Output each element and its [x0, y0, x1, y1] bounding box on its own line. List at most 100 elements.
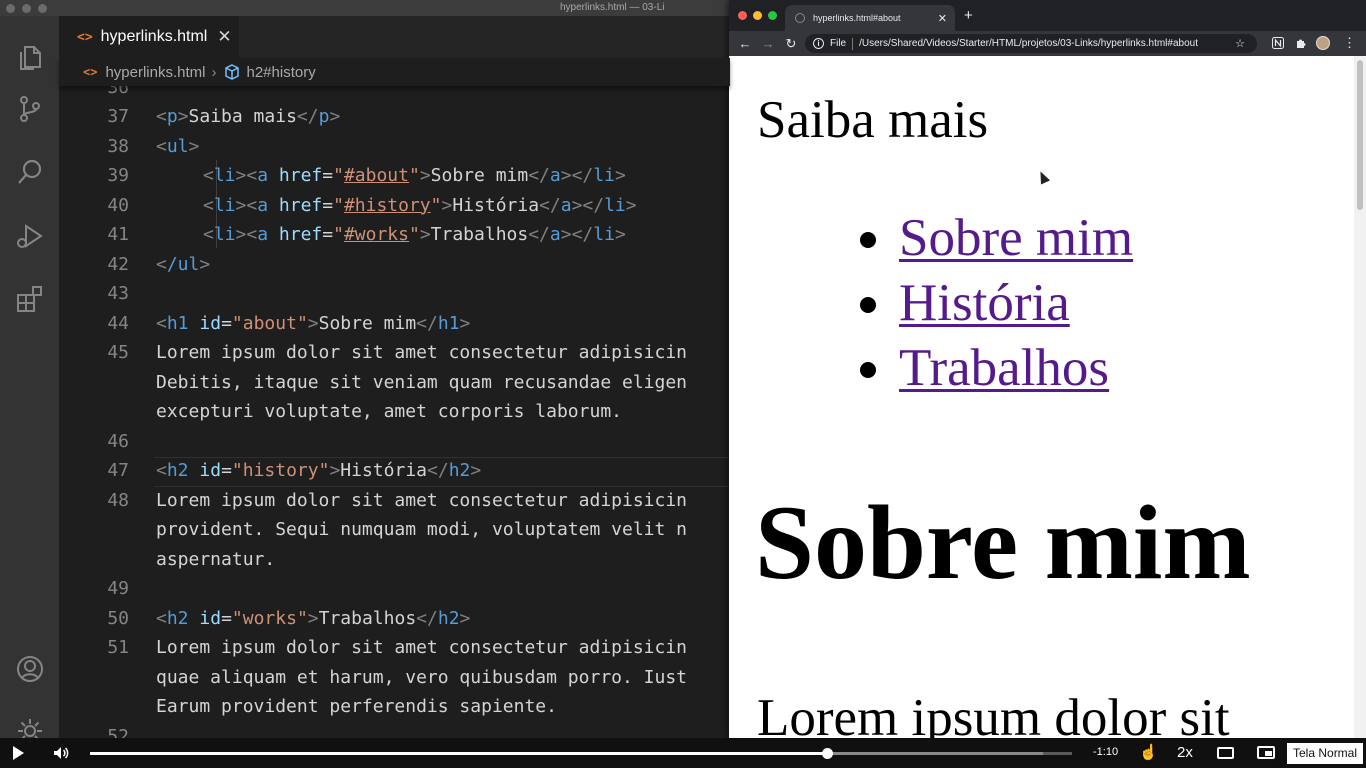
- video-progress-track[interactable]: [90, 748, 1072, 759]
- extensions-puzzle-icon[interactable]: [1295, 37, 1307, 52]
- line-number: 36: [107, 86, 129, 98]
- extensions-icon[interactable]: [15, 284, 45, 314]
- search-icon[interactable]: [15, 157, 45, 187]
- video-scrubber-handle[interactable]: [821, 748, 833, 759]
- code-line-44: <h1 id="about">Sobre mim</h1>: [156, 312, 471, 334]
- page-heading-about: Sobre mim: [755, 484, 1251, 601]
- window-traffic-lights[interactable]: [738, 11, 777, 20]
- activity-bar: [0, 16, 59, 743]
- new-tab-button[interactable]: +: [964, 7, 973, 24]
- extension-n-icon[interactable]: [1272, 37, 1284, 52]
- forward-button[interactable]: →: [761, 36, 775, 51]
- window-controls[interactable]: [6, 4, 47, 13]
- code-line-45a: Lorem ipsum dolor sit amet consectetur a…: [156, 342, 688, 363]
- play-icon[interactable]: [13, 746, 24, 760]
- source-control-icon[interactable]: [15, 94, 45, 124]
- volume-icon[interactable]: [52, 744, 70, 762]
- page-paragraph: Saiba mais: [757, 91, 989, 149]
- breadcrumb: <> hyperlinks.html › h2#history: [59, 58, 730, 86]
- address-bar[interactable]: i File /Users/Shared/Videos/Starter/HTML…: [805, 34, 1257, 53]
- breadcrumb-symbol[interactable]: h2#history: [247, 64, 316, 81]
- line-number: 37: [107, 106, 129, 127]
- code-line-47: <h2 id="history">História</h2>: [156, 460, 482, 481]
- line-number: 45: [107, 342, 129, 363]
- editor-tab-bar: <> hyperlinks.html ✕: [59, 16, 730, 58]
- line-number: 48: [107, 489, 129, 511]
- accessibility-hand-icon[interactable]: ☝: [1139, 743, 1158, 761]
- browser-toolbar: ← → ↻ i File /Users/Shared/Videos/Starte…: [729, 31, 1366, 56]
- address-divider: [852, 37, 854, 50]
- reload-button[interactable]: ↻: [784, 36, 798, 52]
- link-historia[interactable]: História: [899, 274, 1070, 332]
- run-debug-icon[interactable]: [15, 221, 45, 251]
- vscode-window-title: hyperlinks.html — 03-Li: [560, 2, 665, 13]
- browser-page: Saiba mais Sobre mim História Trabalhos …: [729, 56, 1354, 738]
- captions-icon[interactable]: [1217, 747, 1234, 759]
- line-number: [59, 545, 129, 575]
- code-line-45c: excepturi voluptate, amet corporis labor…: [156, 401, 622, 422]
- code-editor[interactable]: 363738394041424344454647484950515253 <p>…: [59, 86, 730, 738]
- profile-avatar[interactable]: [1316, 36, 1330, 50]
- code-line-40: <li><a href="#history">História</a></li>: [203, 194, 637, 216]
- browser-tab-strip: hyperlinks.html#about ✕ +: [729, 0, 1366, 31]
- back-button[interactable]: ←: [738, 36, 752, 51]
- symbol-cube-icon: [224, 64, 239, 80]
- url-text[interactable]: /Users/Shared/Videos/Starter/HTML/projet…: [859, 38, 1198, 49]
- globe-icon: [795, 13, 805, 23]
- html-file-icon: <>: [77, 29, 93, 45]
- line-number: 44: [107, 312, 129, 334]
- breadcrumb-separator: ›: [211, 63, 217, 81]
- line-number: 51: [107, 637, 129, 658]
- code-line-39: <li><a href="#about">Sobre mim</a></li>: [203, 165, 626, 186]
- line-number: 50: [107, 607, 129, 629]
- time-remaining: -1:10: [1093, 746, 1119, 758]
- info-icon[interactable]: i: [813, 38, 824, 49]
- line-number: [59, 515, 129, 545]
- browser-tab[interactable]: hyperlinks.html#about ✕: [785, 5, 955, 31]
- browser-menu-icon[interactable]: ⋮: [1343, 35, 1356, 51]
- picture-in-picture-icon[interactable]: [1257, 746, 1275, 759]
- line-number: 42: [107, 253, 129, 275]
- code-line-42: </ul>: [156, 253, 211, 275]
- scrollbar-thumb[interactable]: [1357, 60, 1363, 210]
- link-sobre-mim[interactable]: Sobre mim: [899, 209, 1133, 267]
- close-icon[interactable]: ✕: [938, 12, 947, 25]
- line-number: 47: [107, 460, 129, 481]
- link-trabalhos[interactable]: Trabalhos: [899, 339, 1109, 397]
- url-scheme-label: File: [830, 38, 847, 49]
- code-line-37: <p>Saiba mais</p>: [156, 106, 341, 127]
- list-item: Sobre mim: [857, 206, 1133, 271]
- breadcrumb-file[interactable]: hyperlinks.html: [105, 64, 205, 81]
- vscode-title-bar: hyperlinks.html — 03-Li: [0, 0, 730, 16]
- code-line-45b: Debitis, itaque sit veniam quam recusand…: [156, 371, 688, 393]
- tab-label: hyperlinks.html: [100, 28, 208, 45]
- browser-window: hyperlinks.html#about ✕ + ← → ↻ i File /…: [729, 0, 1366, 738]
- explorer-icon[interactable]: [15, 43, 45, 73]
- video-player-controls: -1:10 ☝ 2x Tela Normal: [0, 738, 1366, 768]
- close-icon[interactable]: ✕: [217, 27, 231, 47]
- code-line-51c: Earum provident perferendis sapiente.: [156, 696, 557, 717]
- page-scrollbar[interactable]: [1354, 56, 1366, 738]
- bookmark-star-icon[interactable]: ☆: [1235, 37, 1245, 50]
- fullscreen-toggle-button[interactable]: Tela Normal: [1287, 743, 1364, 764]
- browser-tab-title: hyperlinks.html#about: [813, 13, 901, 23]
- maximize-window-button[interactable]: [768, 11, 777, 20]
- line-number: 40: [107, 194, 129, 216]
- line-number: [59, 397, 129, 427]
- minimize-window-button[interactable]: [753, 11, 762, 20]
- line-number: 38: [107, 135, 129, 157]
- line-number: [59, 692, 129, 722]
- line-number: 41: [107, 224, 129, 245]
- html-file-icon: <>: [83, 65, 98, 79]
- code-line-41: <li><a href="#works">Trabalhos</a></li>: [203, 224, 626, 245]
- close-window-button[interactable]: [738, 11, 747, 20]
- line-number: 39: [107, 165, 129, 186]
- line-number: 43: [107, 283, 129, 304]
- line-number: 49: [107, 578, 129, 599]
- playback-speed-button[interactable]: 2x: [1177, 744, 1193, 761]
- account-icon[interactable]: [15, 654, 45, 684]
- tab-hyperlinks-html[interactable]: <> hyperlinks.html ✕: [59, 16, 239, 58]
- code-line-48a: Lorem ipsum dolor sit amet consectetur a…: [156, 489, 688, 511]
- code-line-51a: Lorem ipsum dolor sit amet consectetur a…: [156, 637, 688, 658]
- line-number: 52: [107, 725, 129, 739]
